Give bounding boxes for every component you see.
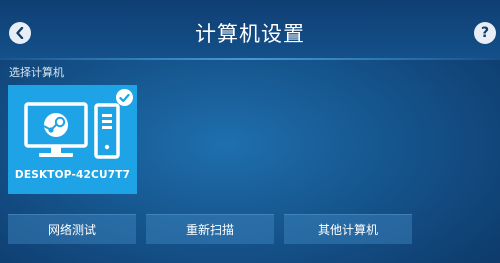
page-title: 计算机设置 [195, 22, 305, 46]
steam-logo-icon [43, 113, 68, 137]
help-button[interactable]: ? [474, 22, 496, 44]
help-icon: ? [480, 25, 490, 41]
header-divider [0, 58, 500, 60]
selected-badge [116, 89, 133, 106]
computer-name: DESKTOP-42CU7T7 [14, 169, 131, 181]
network-test-button[interactable]: 网络测试 [8, 214, 136, 244]
rescan-button[interactable]: 重新扫描 [146, 214, 274, 244]
other-computer-button[interactable]: 其他计算机 [284, 214, 412, 244]
check-icon [119, 93, 130, 102]
section-label: 选择计算机 [9, 66, 64, 79]
tower-icon [94, 103, 120, 159]
